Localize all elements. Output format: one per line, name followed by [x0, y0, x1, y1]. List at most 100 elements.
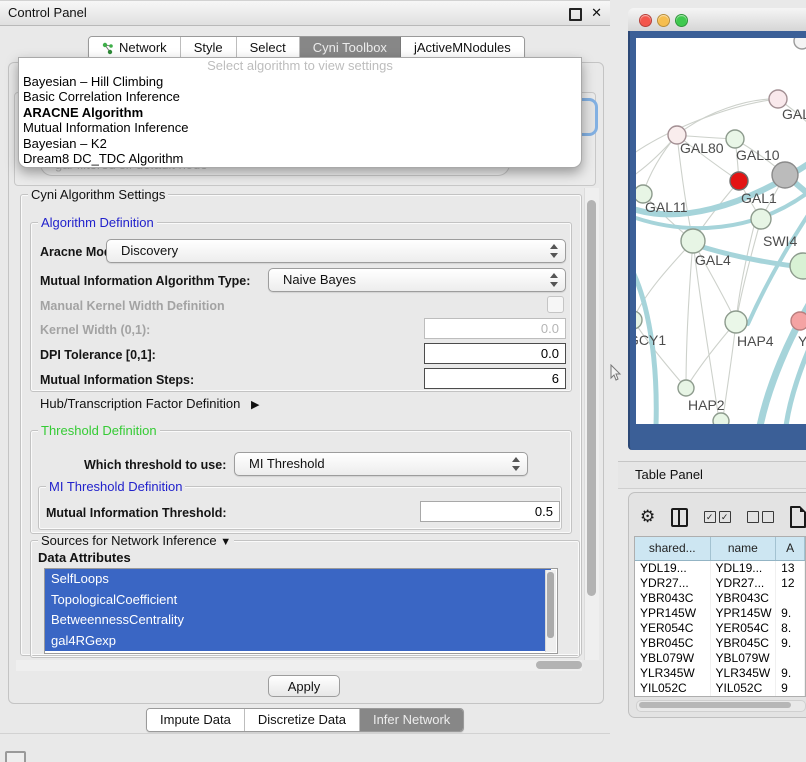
network-node-top-partial[interactable]	[794, 38, 806, 49]
table-cell[interactable]: YBR045C	[635, 636, 711, 651]
table-cell[interactable]: YBR045C	[711, 636, 777, 651]
attribute-item-betweennesscentrality[interactable]: BetweennessCentrality	[45, 610, 551, 631]
table-cell[interactable]: 9.	[776, 636, 805, 651]
dock-panel-icon[interactable]	[5, 751, 26, 762]
close-icon[interactable]: ✕	[591, 4, 602, 22]
settings-vertical-scrollbar[interactable]	[584, 188, 599, 660]
vscrollbar-thumb[interactable]	[587, 200, 596, 596]
algorithm-option-basic-correlation-inference[interactable]: Basic Correlation Inference	[19, 89, 581, 104]
table-cell[interactable]: YBL079W	[711, 651, 777, 666]
table-horizontal-scrollbar[interactable]	[636, 700, 806, 712]
table-cell[interactable]	[776, 591, 805, 606]
table-row[interactable]: YDL19...YDL19...13	[635, 561, 805, 576]
tab-impute-data[interactable]: Impute Data	[147, 709, 245, 731]
stepper-icon[interactable]	[549, 273, 557, 287]
checked-boxes-icon[interactable]: ✓✓	[704, 511, 731, 523]
table-row[interactable]: YBR045CYBR045C9.	[635, 636, 805, 651]
table-cell[interactable]: 9.	[776, 666, 805, 681]
network-node-GCY1[interactable]	[636, 311, 642, 329]
network-window-titlebar[interactable]	[628, 8, 806, 32]
attributes-scrollbar-thumb[interactable]	[547, 572, 554, 638]
chevron-down-icon[interactable]: ▼	[220, 535, 231, 549]
table-cell[interactable]	[776, 651, 805, 666]
table-cell[interactable]: YBR043C	[635, 591, 711, 606]
tab-discretize-data[interactable]: Discretize Data	[245, 709, 360, 731]
network-edge-thin-19[interactable]	[636, 320, 686, 388]
algorithm-option-aracne-algorithm[interactable]: ARACNE Algorithm	[19, 105, 581, 120]
tab-infer-network[interactable]: Infer Network	[360, 709, 463, 731]
table-row[interactable]: YLR345WYLR345W9.	[635, 666, 805, 681]
table-cell[interactable]: 9	[776, 681, 805, 696]
stepper-icon[interactable]	[511, 457, 519, 471]
attribute-item-selfloops[interactable]: SelfLoops	[45, 569, 551, 590]
mi-threshold-field[interactable]: 0.5	[420, 501, 560, 522]
table-row[interactable]: YPR145WYPR145W9.	[635, 606, 805, 621]
table-cell[interactable]: YLR345W	[635, 666, 711, 681]
kernel-width-field[interactable]: 0.0	[424, 318, 566, 339]
table-cell[interactable]: YDR27...	[711, 576, 777, 591]
attributes-list-scrollbar[interactable]	[545, 570, 556, 652]
table-cell[interactable]: YBL079W	[635, 651, 711, 666]
hub-section-header[interactable]: Hub/Transcription Factor Definition ▶	[40, 396, 259, 411]
table-cell[interactable]: 12	[776, 576, 805, 591]
table-cell[interactable]: 8.	[776, 621, 805, 636]
gear-icon[interactable]: ⚙	[640, 503, 655, 531]
tab-network[interactable]: Network	[89, 37, 181, 59]
network-node-bottom-partial[interactable]	[713, 413, 729, 424]
column-header-shared[interactable]: shared...	[635, 537, 711, 560]
split-columns-icon[interactable]	[671, 508, 687, 527]
close-traffic-light[interactable]	[639, 14, 652, 27]
table-cell[interactable]: YIL052C	[635, 681, 711, 696]
table-cell[interactable]: YER054C	[635, 621, 711, 636]
network-node-gray-node[interactable]	[772, 162, 798, 188]
settings-horizontal-scrollbar[interactable]	[16, 660, 582, 671]
sources-header[interactable]: Sources for Network Inference ▼	[38, 534, 234, 549]
dpi-tolerance-field[interactable]: 0.0	[424, 343, 566, 364]
network-graph[interactable]: GALGAL80GAL10GAL1GAL11GAL4SWI4GCY1HAP4YH…	[636, 38, 806, 424]
table-row[interactable]: YDR27...YDR27...12	[635, 576, 805, 591]
table-row[interactable]: YBL079WYBL079W	[635, 651, 805, 666]
table-row[interactable]: YBR043CYBR043C	[635, 591, 805, 606]
network-edge-thin-0[interactable]	[677, 99, 778, 135]
table-row[interactable]: YIL052CYIL052C9	[635, 681, 805, 696]
minimize-traffic-light[interactable]	[657, 14, 670, 27]
apply-button[interactable]: Apply	[268, 675, 340, 697]
attribute-item-topologicalcoefficient[interactable]: TopologicalCoefficient	[45, 590, 551, 611]
float-window-icon[interactable]	[569, 8, 582, 21]
table-row[interactable]: YER054CYER054C8.	[635, 621, 805, 636]
algorithm-option-bayesian-hill-climbing[interactable]: Bayesian – Hill Climbing	[19, 74, 581, 89]
table-cell[interactable]: 13	[776, 561, 805, 576]
hscrollbar-thumb[interactable]	[536, 661, 582, 669]
table-cell[interactable]: YIL052C	[711, 681, 777, 696]
table-cell[interactable]: YLR345W	[711, 666, 777, 681]
algorithm-option-bayesian-k2[interactable]: Bayesian – K2	[19, 136, 581, 151]
tab-select[interactable]: Select	[237, 37, 300, 59]
table-hscrollbar-thumb[interactable]	[639, 702, 791, 708]
table-cell[interactable]: YDL19...	[711, 561, 777, 576]
document-icon[interactable]	[790, 506, 806, 528]
network-node-GAL1[interactable]	[751, 209, 771, 229]
network-node-HAP4[interactable]	[725, 311, 747, 333]
network-edge-thin-14[interactable]	[686, 241, 693, 388]
aracne-mode-combobox[interactable]: Discovery	[106, 239, 566, 263]
algorithm-option-dream8-dc-tdc-algorithm[interactable]: Dream8 DC_TDC Algorithm	[19, 151, 581, 166]
tab-style[interactable]: Style	[181, 37, 237, 59]
table-cell[interactable]: YER054C	[711, 621, 777, 636]
mi-algorithm-type-combobox[interactable]: Naive Bayes	[268, 268, 566, 292]
data-attributes-list[interactable]: SelfLoopsTopologicalCoefficientBetweenne…	[44, 568, 558, 654]
unchecked-boxes-icon[interactable]	[747, 511, 774, 523]
network-canvas[interactable]: GALGAL80GAL10GAL1GAL11GAL4SWI4GCY1HAP4YH…	[636, 38, 806, 424]
table-cell[interactable]: 9.	[776, 606, 805, 621]
network-node-HAP2[interactable]	[678, 380, 694, 396]
stepper-icon[interactable]	[549, 244, 557, 258]
tab-jactivemnodules[interactable]: jActiveMNodules	[401, 37, 524, 59]
zoom-traffic-light[interactable]	[675, 14, 688, 27]
table-cell[interactable]: YDL19...	[635, 561, 711, 576]
column-header-a[interactable]: A	[776, 537, 805, 560]
table-cell[interactable]: YBR043C	[711, 591, 777, 606]
network-node-red-node[interactable]	[730, 172, 748, 190]
algorithm-option-mutual-information-inference[interactable]: Mutual Information Inference	[19, 120, 581, 135]
network-node-SWI4[interactable]	[790, 253, 806, 279]
mi-steps-field[interactable]: 6	[424, 368, 566, 389]
table-cell[interactable]: YPR145W	[635, 606, 711, 621]
